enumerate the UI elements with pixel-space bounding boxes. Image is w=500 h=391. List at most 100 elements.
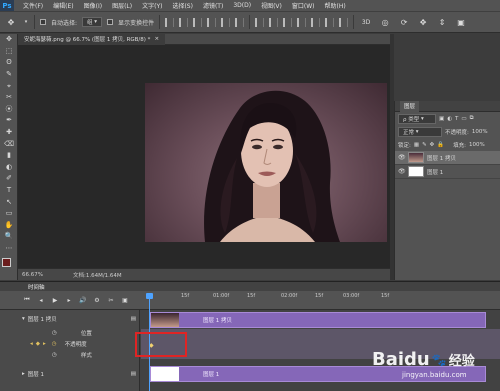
first-frame-icon[interactable]: ⏮ — [22, 295, 32, 305]
timeline-ruler[interactable]: 15f 01:00f 15f 02:00f 15f 03:00f 15f — [145, 291, 500, 310]
lock-all-icon[interactable]: 🔒 — [437, 142, 444, 148]
property-row[interactable]: ◷ 位置 — [0, 328, 140, 338]
brush-tool-icon[interactable]: ✒ — [0, 115, 18, 127]
align-left-icon[interactable] — [207, 17, 217, 27]
healing-tool-icon[interactable]: ✚ — [0, 127, 18, 139]
3d-mode-icon[interactable]: 3D — [359, 15, 373, 29]
document-tab[interactable]: 安妮海瑟薇.png @ 66.7% (图层 1 拷贝, RGB/8) * × — [18, 33, 166, 45]
filter-smart-icon[interactable]: ⧉ — [470, 115, 474, 122]
prev-frame-icon[interactable]: ◂ — [36, 295, 46, 305]
3d-orbit-icon[interactable]: ◎ — [378, 15, 392, 29]
prev-keyframe-icon[interactable]: ◂ — [30, 341, 33, 347]
gradient-tool-icon[interactable]: ▮ — [0, 150, 18, 162]
opacity-value[interactable]: 100% — [472, 129, 488, 135]
eraser-tool-icon[interactable]: ⌫ — [0, 138, 18, 150]
menu-help[interactable]: 帮助(H) — [320, 1, 351, 10]
stopwatch-icon[interactable]: ◷ — [52, 352, 57, 358]
align-bottom-icon[interactable] — [193, 17, 203, 27]
layer-row-copy[interactable]: 👁 图层 1 拷贝 — [395, 151, 500, 165]
3d-slide-icon[interactable]: ⇕ — [435, 15, 449, 29]
more-tools-icon[interactable]: ⋯ — [0, 243, 18, 255]
track-header[interactable]: ▾ 图层 1 拷贝 ▤ — [0, 314, 140, 324]
layers-panel-title[interactable]: 图层 — [400, 100, 420, 112]
keyframe-icon[interactable]: ◆ — [36, 341, 40, 347]
next-frame-icon[interactable]: ▸ — [64, 295, 74, 305]
auto-select-dropdown[interactable]: 组 ▾ — [82, 17, 103, 27]
settings-icon[interactable]: ⚙ — [92, 295, 102, 305]
3d-pan-icon[interactable]: ✥ — [416, 15, 430, 29]
shape-tool-icon[interactable]: ▭ — [0, 208, 18, 220]
stopwatch-icon[interactable]: ◷ — [52, 330, 57, 336]
stopwatch-icon[interactable]: ◷ — [52, 341, 57, 347]
distribute-bottom-icon[interactable] — [283, 17, 293, 27]
menu-file[interactable]: 文件(F) — [18, 1, 48, 10]
expand-icon[interactable]: ▾ — [22, 316, 25, 322]
distribute-hcenter-icon[interactable] — [311, 17, 321, 27]
dodge-tool-icon[interactable]: ◐ — [0, 162, 18, 174]
lock-paint-icon[interactable]: ✎ — [422, 142, 427, 148]
zoom-tool-icon[interactable]: 🔍 — [0, 231, 18, 243]
zoom-level[interactable]: 66.67% — [22, 272, 43, 278]
crop-tool-icon[interactable]: ⌖ — [0, 80, 18, 92]
menu-select[interactable]: 选择(S) — [167, 1, 198, 10]
distribute-vcenter-icon[interactable] — [269, 17, 279, 27]
slice-tool-icon[interactable]: ✂ — [0, 92, 18, 104]
menu-filter[interactable]: 滤镜(T) — [198, 1, 228, 10]
foreground-color-swatch[interactable] — [2, 258, 11, 267]
auto-select-checkbox[interactable] — [40, 19, 46, 25]
transition-icon[interactable]: ▣ — [120, 295, 130, 305]
quick-select-tool-icon[interactable]: ✎ — [0, 69, 18, 81]
playhead-handle[interactable] — [146, 293, 153, 299]
path-select-tool-icon[interactable]: ↖ — [0, 196, 18, 208]
lock-move-icon[interactable]: ✥ — [430, 142, 435, 148]
filter-type-icon[interactable]: T — [455, 116, 458, 122]
menu-3d[interactable]: 3D(D) — [228, 2, 256, 9]
3d-scale-icon[interactable]: ▣ — [454, 15, 468, 29]
fill-value[interactable]: 100% — [469, 142, 485, 148]
align-top-icon[interactable] — [165, 17, 175, 27]
next-keyframe-icon[interactable]: ▸ — [43, 341, 46, 347]
menu-window[interactable]: 窗口(W) — [287, 1, 320, 10]
move-tool-icon[interactable]: ✥ — [4, 15, 18, 29]
align-right-icon[interactable] — [235, 17, 245, 27]
menu-image[interactable]: 图像(I) — [79, 1, 107, 10]
eye-icon[interactable]: 👁 — [398, 168, 406, 175]
filter-adjust-icon[interactable]: ◐ — [447, 116, 452, 122]
split-icon[interactable]: ✂ — [106, 295, 116, 305]
menu-edit[interactable]: 编辑(E) — [48, 1, 78, 10]
chevron-down-icon[interactable]: ▾ — [23, 15, 29, 29]
marquee-tool-icon[interactable]: ⬚ — [0, 46, 18, 58]
expand-icon[interactable]: ▸ — [22, 371, 25, 377]
hand-tool-icon[interactable]: ✋ — [0, 220, 18, 232]
lock-pixels-icon[interactable]: ▦ — [414, 142, 419, 148]
distribute-right-icon[interactable] — [325, 17, 335, 27]
filter-shape-icon[interactable]: ▭ — [461, 116, 466, 122]
clip-layer-copy[interactable]: 图层 1 拷贝 — [150, 312, 486, 328]
align-vcenter-icon[interactable] — [179, 17, 189, 27]
track-options-icon[interactable]: ▤ — [131, 316, 136, 322]
3d-roll-icon[interactable]: ⟳ — [397, 15, 411, 29]
property-row[interactable]: ◷ 样式 — [0, 350, 140, 360]
menu-type[interactable]: 文字(Y) — [137, 1, 167, 10]
menu-layer[interactable]: 图层(L) — [107, 1, 137, 10]
property-row[interactable]: ◂ ◆ ▸ ◷ 不透明度 — [0, 339, 140, 349]
track-options-icon[interactable]: ▤ — [131, 371, 136, 377]
layer-row-base[interactable]: 👁 图层 1 — [395, 165, 500, 179]
type-tool-icon[interactable]: T — [0, 185, 18, 197]
align-hcenter-icon[interactable] — [221, 17, 231, 27]
eyedropper-tool-icon[interactable]: ⦿ — [0, 104, 18, 116]
auto-align-icon[interactable] — [339, 17, 349, 27]
move-tool-icon[interactable]: ✥ — [0, 34, 18, 46]
show-transform-checkbox[interactable] — [107, 19, 114, 25]
pen-tool-icon[interactable]: ✐ — [0, 173, 18, 185]
lasso-tool-icon[interactable]: ʘ — [0, 57, 18, 69]
play-icon[interactable]: ▶ — [50, 295, 60, 305]
close-icon[interactable]: × — [154, 36, 159, 42]
timeline-title[interactable]: 时间轴 — [28, 283, 45, 291]
audio-icon[interactable]: 🔊 — [78, 295, 88, 305]
filter-pixel-icon[interactable]: ▣ — [439, 116, 444, 122]
distribute-left-icon[interactable] — [297, 17, 307, 27]
layer-filter-dropdown[interactable]: ρ 类型 ▾ — [398, 113, 436, 124]
menu-view[interactable]: 视图(V) — [256, 1, 287, 10]
eye-icon[interactable]: 👁 — [398, 154, 406, 161]
